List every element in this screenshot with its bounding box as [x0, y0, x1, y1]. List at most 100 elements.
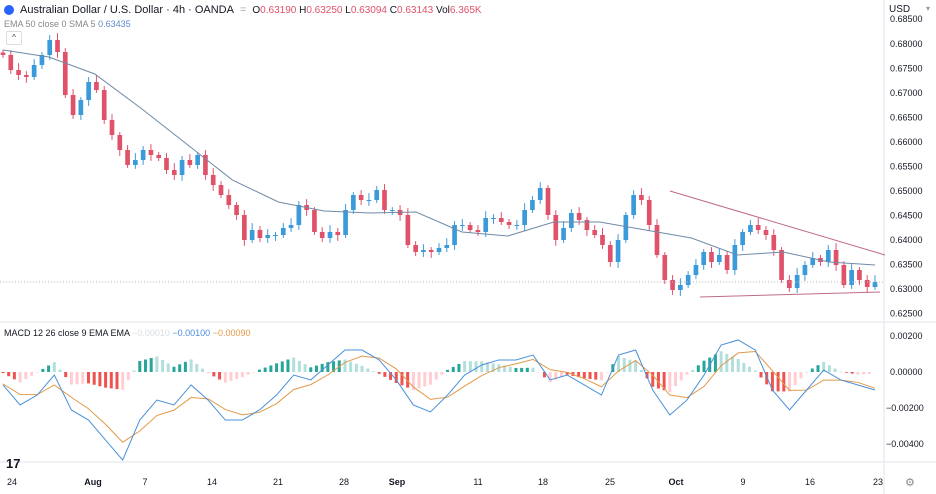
ohlc-readout: O0.63190 H0.63250 L0.63094 C0.63143 Vol6…	[252, 4, 482, 16]
price-tick-label: 0.66000	[890, 137, 923, 147]
macd-value: −0.00100	[172, 328, 211, 338]
chevron-up-icon[interactable]: ^	[6, 31, 22, 45]
macd-histogram-bar	[799, 372, 803, 379]
time-tick-label: 9	[740, 477, 745, 487]
candle-body	[312, 210, 317, 233]
macd-histogram-bar	[183, 361, 187, 372]
tradingview-logo[interactable]: 17	[6, 456, 20, 471]
macd-histogram-bar	[731, 356, 735, 372]
price-tick-label: 0.65000	[890, 186, 923, 196]
macd-histogram-bar	[371, 371, 375, 372]
macd-histogram-bar	[92, 372, 96, 385]
candle-body	[506, 222, 512, 226]
currency-selector[interactable]: USD	[889, 4, 910, 15]
macd-histogram-bar	[725, 353, 729, 372]
macd-histogram-bar	[86, 372, 90, 384]
time-axis[interactable]: 24 Aug 7 14 21 28 Sep 11 18 25 Oct 9 16 23	[7, 477, 883, 487]
macd-histogram-bar	[856, 372, 860, 375]
macd-histogram-bar	[252, 372, 256, 373]
ema-legend-value: 0.63435	[98, 19, 131, 29]
macd-signal-value: −0.00090	[212, 328, 251, 338]
chart-canvas[interactable]: 0.68000 0.67500 0.67000 0.66500 0.66000 0.655…	[0, 0, 936, 494]
candle-body	[343, 210, 348, 236]
macd-hist-value: −0.00010	[132, 328, 170, 338]
candle-body	[125, 149, 130, 165]
candle-body	[195, 154, 200, 165]
time-tick-label: 24	[7, 477, 17, 487]
macd-histogram-bar	[354, 363, 358, 372]
candle-body	[646, 200, 652, 226]
candle-body	[460, 225, 465, 227]
time-tick-label: 25	[605, 477, 615, 487]
candle-body	[561, 227, 566, 240]
macd-histogram-bar	[810, 368, 814, 372]
candle-body	[351, 195, 356, 211]
candle-body	[600, 235, 605, 245]
candle-body	[857, 269, 862, 280]
candle-body	[584, 220, 590, 231]
macd-histogram-bar	[286, 359, 290, 372]
macd-histogram-bar	[178, 364, 182, 372]
candle-body	[467, 225, 473, 231]
candle-body	[62, 51, 68, 96]
macd-histogram-bar	[229, 372, 233, 381]
macd-histogram-bar	[463, 361, 467, 372]
price-axis[interactable]: 0.68000 0.67500 0.67000 0.66500 0.66000 0.655…	[886, 14, 924, 449]
macd-histogram-bar	[434, 372, 438, 380]
candle-body	[382, 190, 387, 211]
gear-icon[interactable]: ⚙	[905, 476, 915, 489]
symbol-title[interactable]: Australian Dollar / U.S. Dollar · 4h · O…	[20, 4, 234, 16]
macd-histogram-bar	[634, 361, 638, 372]
ema-legend[interactable]: EMA 50 close 0 SMA 5 0.63435	[4, 19, 131, 29]
candle-body	[748, 225, 753, 233]
macd-histogram-bar	[275, 363, 279, 372]
macd-histogram-bar	[155, 356, 159, 372]
macd-histogram-bar	[360, 365, 364, 372]
macd-histogram-bar	[7, 372, 11, 377]
macd-histogram-bar	[263, 367, 267, 372]
macd-histogram-bar	[508, 366, 512, 372]
chevron-down-icon[interactable]: ▾	[926, 4, 930, 13]
macd-tick-label: −0.00200	[886, 403, 924, 413]
price-tick-label: 0.67000	[890, 88, 923, 98]
macd-histogram-bar	[292, 357, 296, 372]
candle-body	[242, 215, 247, 240]
candle-body	[101, 90, 107, 120]
macd-histogram-bar	[417, 372, 421, 389]
time-tick-label: 7	[142, 477, 147, 487]
candle-body	[70, 95, 76, 116]
candle-body	[864, 279, 870, 287]
macd-histogram-bar	[599, 372, 603, 381]
macd-histogram-bar	[206, 372, 210, 374]
macd-histogram-bar	[297, 360, 301, 372]
candle-body	[670, 279, 675, 290]
candle-body	[701, 252, 707, 265]
candle-body	[802, 264, 808, 275]
candle-body	[592, 230, 598, 236]
candle-body	[607, 244, 613, 263]
candle-body	[514, 225, 520, 227]
macd-histogram-bar	[514, 368, 518, 372]
candle-body	[273, 235, 278, 237]
macd-histogram-bar	[719, 351, 723, 372]
macd-histogram-bar	[793, 372, 797, 386]
candle-body	[179, 159, 185, 175]
candle-body	[94, 82, 99, 91]
macd-pane[interactable]	[1, 339, 876, 461]
candle-body	[787, 279, 792, 289]
candle-body	[553, 215, 559, 240]
price-tick-label: 0.63000	[890, 284, 923, 294]
candle-body	[825, 249, 831, 263]
candle-body	[16, 70, 21, 76]
macd-histogram-bar	[12, 372, 16, 380]
macd-histogram-bar	[674, 372, 678, 387]
candle-body	[522, 210, 527, 226]
macd-histogram-bar	[548, 372, 552, 383]
macd-histogram-bar	[827, 365, 831, 372]
candle-body	[498, 217, 504, 223]
candle-body	[763, 230, 769, 236]
price-pane[interactable]	[0, 33, 886, 298]
candle-body	[709, 252, 714, 263]
macd-legend[interactable]: MACD 12 26 close 9 EMA EMA −0.00010 −0.0…	[4, 328, 251, 338]
candle-body	[109, 119, 115, 135]
